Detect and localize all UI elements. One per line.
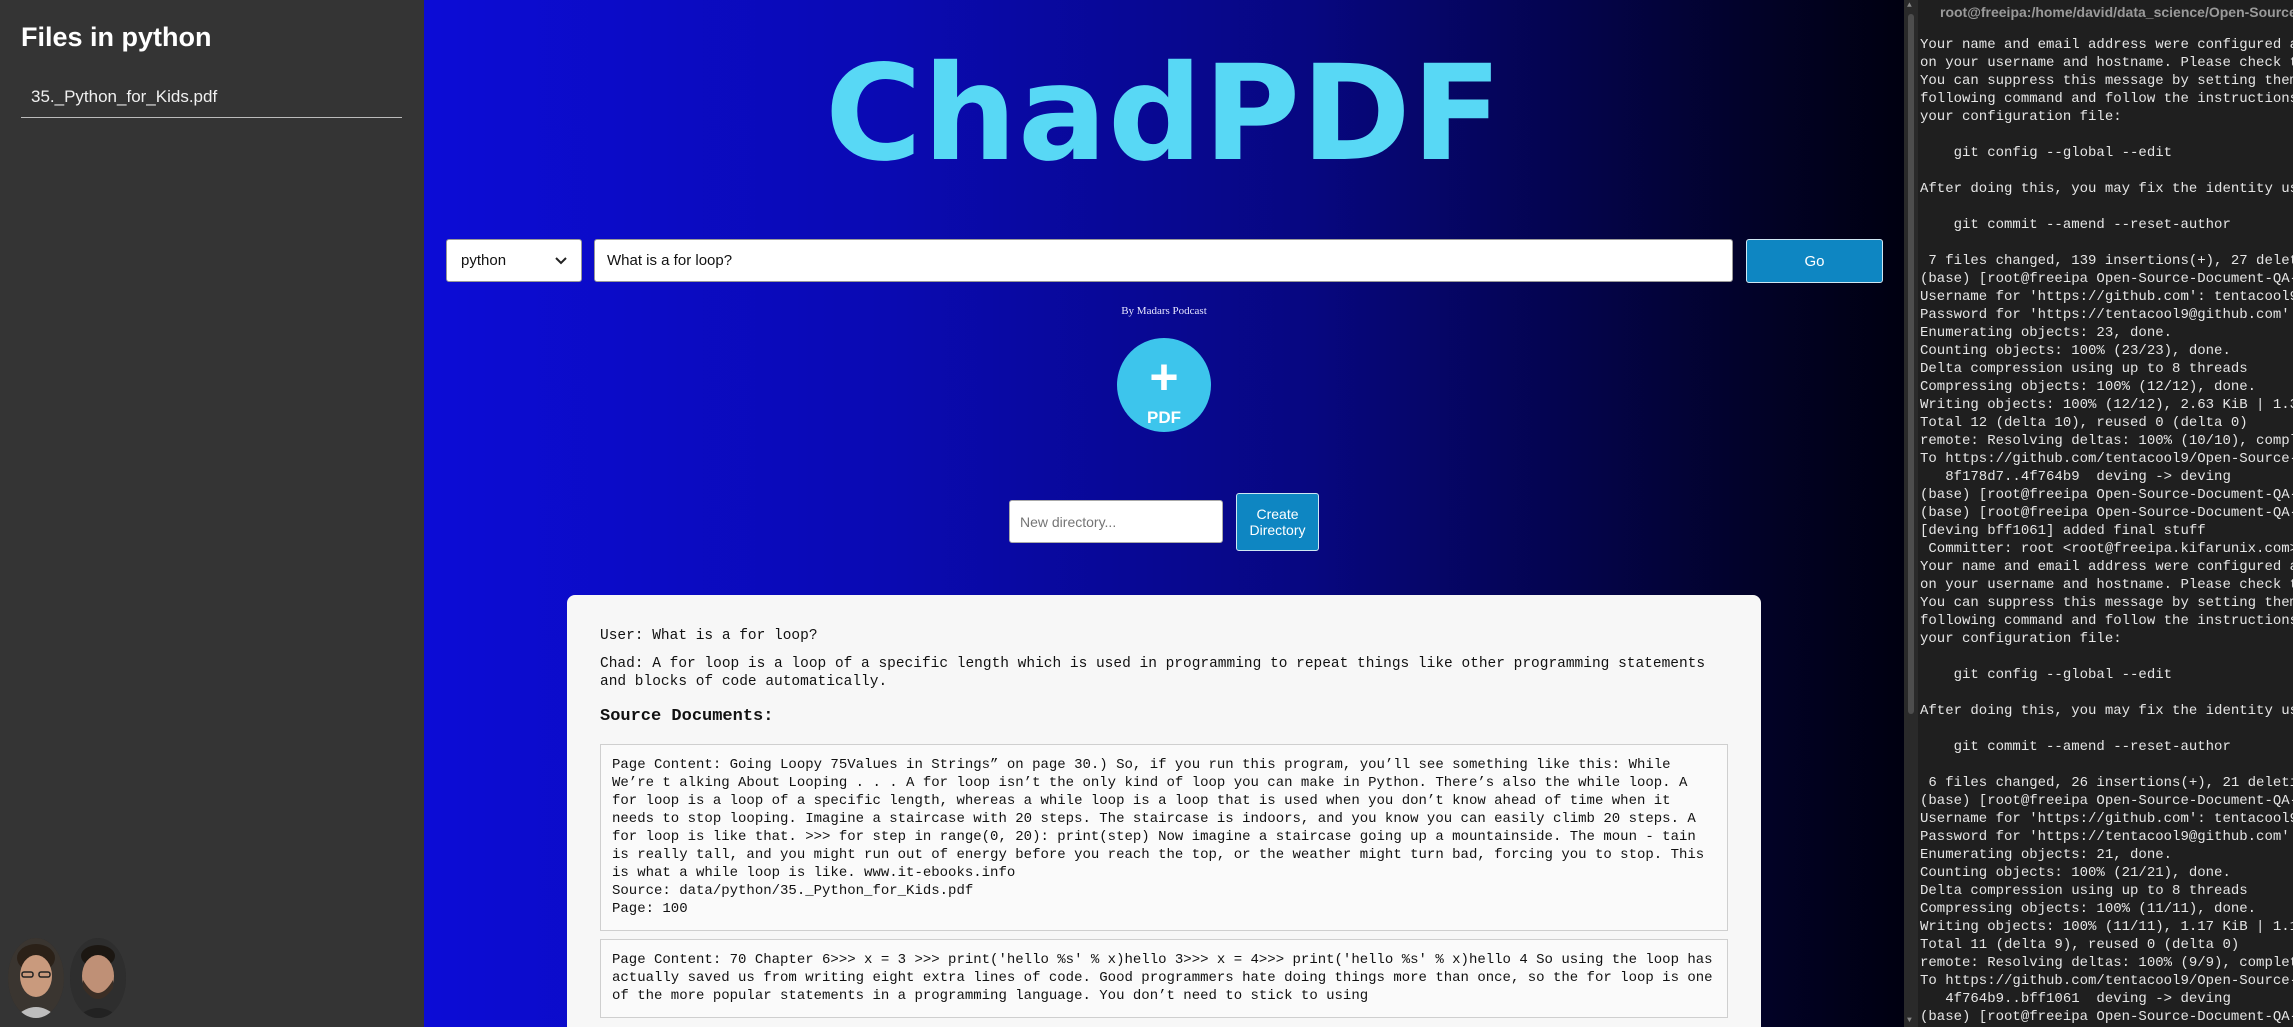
terminal-line: your configuration file: [1920,631,2122,647]
files-sidebar: Files in python 35._Python_for_Kids.pdf [0,0,424,1027]
plus-icon: + [1149,349,1179,405]
terminal-line: To https://github.com/tentacool9/Open-So… [1920,451,2293,467]
terminal-line: (base) [root@freeipa Open-Source-Documen… [1920,487,2293,503]
terminal-line: After doing this, you may fix the identi… [1920,703,2293,719]
terminal-line: git commit --amend --reset-author [1920,217,2231,233]
chadpdf-app: ChadPDF python Go By Madars Podcast + PD… [424,0,1904,1027]
terminal-line: following command and follow the instruc… [1920,613,2293,629]
terminal-line: 7 files changed, 139 insertions(+), 27 d… [1928,253,2293,269]
scrollbar-thumb[interactable] [1908,14,1914,714]
byline: By Madars Podcast [1121,305,1207,317]
terminal-line: 4f764b9..bff1061 deving -> deving [1920,991,2231,1007]
create-directory-button[interactable]: Create Directory [1236,493,1319,551]
scroll-up-icon[interactable]: ▲ [1907,2,1915,10]
source-content: Page Content: 70 Chapter 6>>> x = 3 >>> … [612,952,1721,1004]
terminal-line: Compressing objects: 100% (12/12), done. [1920,379,2257,395]
chevron-down-icon [555,252,567,269]
directory-select-value: python [461,252,507,269]
terminal-line: Compressing objects: 100% (11/11), done. [1920,901,2257,917]
terminal-line: Username for 'https://github.com': tenta… [1920,811,2293,827]
terminal-line: Enumerating objects: 23, done. [1920,325,2173,341]
avatar [70,938,126,1018]
source-content: Page Content: Going Loopy 75Values in St… [612,757,1713,881]
terminal-line: Counting objects: 100% (21/21), done. [1920,865,2231,881]
terminal-line: remote: Resolving deltas: 100% (10/10), … [1920,433,2293,449]
terminal-line: on your username and hostname. Please ch… [1920,55,2293,71]
terminal-line: To https://github.com/tentacool9/Open-So… [1920,973,2293,989]
source-document: Page Content: 70 Chapter 6>>> x = 3 >>> … [600,939,1728,1018]
terminal-line: Password for 'https://tentacool9@github.… [1920,829,2293,845]
upload-pdf-label: PDF [1147,408,1181,427]
terminal-line: You can suppress this message by setting… [1920,73,2293,89]
terminal-line: Writing objects: 100% (12/12), 2.63 KiB … [1920,397,2293,413]
terminal-line: Enumerating objects: 21, done. [1920,847,2173,863]
upload-pdf-button[interactable]: + PDF [1117,338,1211,432]
terminal-line: Delta compression using up to 8 threads [1920,361,2248,377]
terminal-output: Your name and email address were configu… [1920,36,2293,1026]
user-message: User: What is a for loop? [600,628,818,644]
terminal-line: Committer: root <root@freeipa.kifarunix.… [1920,541,2293,557]
assistant-message: Chad: A for loop is a loop of a specific… [600,656,1714,690]
terminal-line: (base) [root@freeipa Open-Source-Documen… [1920,271,2293,287]
terminal-window: ▲ ▼ root@freeipa:/home/david/data_scienc… [1904,0,2293,1027]
source-path: Source: data/python/35._Python_for_Kids.… [612,883,974,899]
terminal-line: git config --global --edit [1920,145,2173,161]
terminal-line: (base) [root@freeipa Open-Source-Documen… [1920,793,2293,809]
file-item[interactable]: 35._Python_for_Kids.pdf [21,84,402,118]
terminal-line: After doing this, you may fix the identi… [1920,181,2293,197]
terminal-line: following command and follow the instruc… [1920,91,2293,107]
terminal-line: Your name and email address were configu… [1920,559,2293,575]
scroll-down-icon[interactable]: ▼ [1907,1017,1915,1025]
terminal-line: Username for 'https://github.com': tenta… [1920,289,2293,305]
terminal-line: Total 12 (delta 10), reused 0 (delta 0) [1920,415,2248,431]
sources-list: Page Content: Going Loopy 75Values in St… [600,744,1728,1018]
source-document: Page Content: Going Loopy 75Values in St… [600,744,1728,931]
terminal-line: Your name and email address were configu… [1920,37,2293,53]
terminal-line: git commit --amend --reset-author [1920,739,2231,755]
terminal-line: Writing objects: 100% (11/11), 1.17 KiB … [1920,919,2293,935]
terminal-line: remote: Resolving deltas: 100% (9/9), co… [1920,955,2293,971]
go-button[interactable]: Go [1746,239,1883,283]
terminal-line: on your username and hostname. Please ch… [1920,577,2293,593]
terminal-line: 8f178d7..4f764b9 deving -> deving [1920,469,2231,485]
sources-heading: Source Documents: [600,707,774,726]
question-input[interactable] [594,239,1733,282]
terminal-line: You can suppress this message by setting… [1920,595,2293,611]
terminal-scrollbar[interactable]: ▲ ▼ [1904,0,1918,1027]
terminal-line: Total 11 (delta 9), reused 0 (delta 0) [1920,937,2240,953]
file-list: 35._Python_for_Kids.pdf [21,84,402,118]
terminal-line: 6 files changed, 26 insertions(+), 21 de… [1928,775,2293,791]
sidebar-title: Files in python [21,22,212,52]
terminal-line: (base) [root@freeipa Open-Source-Documen… [1920,1009,2293,1025]
terminal-line: Counting objects: 100% (23/23), done. [1920,343,2231,359]
terminal-title: root@freeipa:/home/david/data_science/Op… [1940,4,2293,20]
chat-panel: User: What is a for loop? Chad: A for lo… [567,595,1761,1027]
directory-select[interactable]: python [446,239,582,282]
avatar [8,938,64,1018]
new-directory-input[interactable] [1009,500,1223,543]
terminal-line: your configuration file: [1920,109,2122,125]
terminal-line: Delta compression using up to 8 threads [1920,883,2248,899]
terminal-line: Password for 'https://tentacool9@github.… [1920,307,2293,323]
terminal-line: (base) [root@freeipa Open-Source-Documen… [1920,505,2293,521]
terminal-line: git config --global --edit [1920,667,2173,683]
source-page: Page: 100 [612,901,688,917]
terminal-line: [deving bff1061] added final stuff [1920,523,2206,539]
app-logo-title: ChadPDF [825,37,1503,191]
